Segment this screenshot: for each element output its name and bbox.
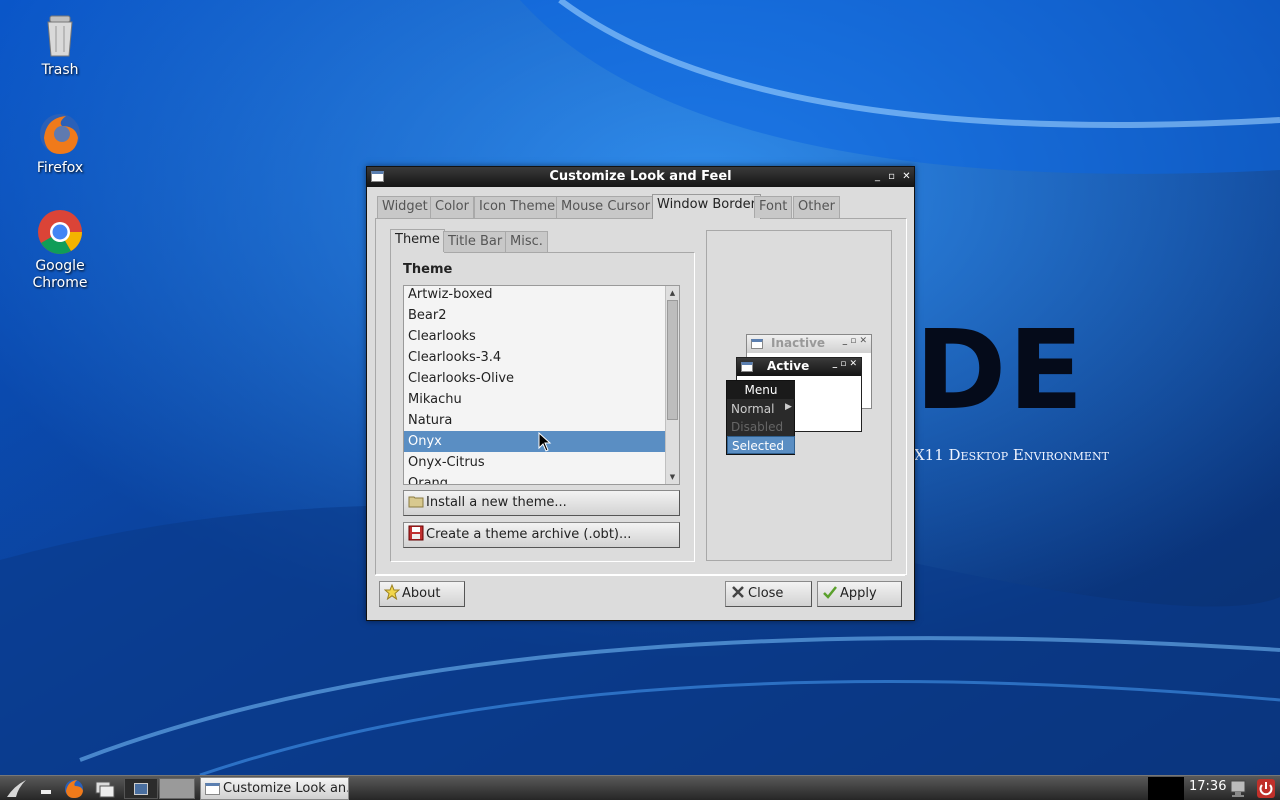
floppy-disk-icon [408,525,424,541]
apply-button[interactable]: Apply [817,581,902,607]
workspace-2[interactable] [159,778,195,799]
theme-list-item[interactable]: Clearlooks-3.4 [404,347,665,368]
subtab-misc[interactable]: Misc. [505,231,548,252]
desktop-icon-label: Firefox [36,160,84,176]
theme-list-item[interactable]: Artwiz-boxed [404,286,665,305]
install-theme-button[interactable]: Install a new theme... [403,490,680,516]
trash-icon [47,15,73,57]
preview-menu-selected: Selected [727,436,795,454]
theme-list-item[interactable]: Onyx-Citrus [404,452,665,473]
file-manager-launcher-icon[interactable] [93,778,117,799]
wallpaper-tagline: X11 Desktop Environment [914,446,1109,464]
start-menu-icon[interactable] [4,778,30,799]
power-icon[interactable] [1256,778,1276,799]
scroll-up-arrow-icon[interactable]: ▲ [667,287,678,299]
system-tray-area [1148,777,1184,800]
taskbar-window-button[interactable]: Customize Look an... [200,777,349,800]
folder-icon [408,496,424,508]
tab-window-border[interactable]: Window Border [652,194,761,219]
theme-list-scrollbar[interactable]: ▲ ▼ [665,286,679,484]
about-label: About [402,586,441,601]
task-window-icon [205,783,220,795]
preview-inactive-titlebar: Inactive _ ▫ ✕ [747,335,871,353]
install-theme-label: Install a new theme... [426,495,567,510]
tab-mouse-cursor[interactable]: Mouse Cursor [556,196,656,218]
preview-inactive-controls: _ ▫ ✕ [842,336,867,346]
wallpaper-logo: DE [915,306,1083,434]
mouse-pointer-icon [538,432,552,452]
customize-look-and-feel-window: Customize Look and Feel _ ▫ ✕ Widget Col… [366,166,915,621]
theme-list-item[interactable]: Orang [404,473,665,484]
create-archive-label: Create a theme archive (.obt)... [426,527,632,542]
theme-list[interactable]: Artwiz-boxed Bear2 Clearlooks Clearlooks… [403,285,680,485]
close-button[interactable]: Close [725,581,812,607]
preview-menu-disabled: Disabled [731,420,784,434]
preview-active-window-icon [741,362,753,372]
subtab-theme[interactable]: Theme [390,229,445,253]
theme-list-item[interactable]: Bear2 [404,305,665,326]
tab-other[interactable]: Other [793,196,840,218]
preview-active-title: Active [767,359,810,373]
minimize-button[interactable]: _ [871,170,884,183]
wallpaper-logo-text: DE [915,306,1086,434]
preview-menu-title: Menu [727,381,795,399]
window-titlebar[interactable]: Customize Look and Feel _ ▫ ✕ [367,167,914,187]
desktop-icon-label: Trash [41,62,79,78]
maximize-button[interactable]: ▫ [885,170,898,183]
theme-preview: Inactive _ ▫ ✕ Active _ ▫ ✕ Menu Normal … [706,230,892,561]
create-archive-button[interactable]: Create a theme archive (.obt)... [403,522,680,548]
close-x-icon [732,586,744,598]
separator [375,575,905,576]
tab-icon-theme[interactable]: Icon Theme [474,196,561,218]
apply-label: Apply [840,586,877,601]
theme-list-item[interactable]: Mikachu [404,389,665,410]
close-label: Close [748,586,784,601]
desktop-icon-chrome[interactable]: Google Chrome [10,208,110,292]
show-desktop-icon[interactable] [38,778,58,799]
scrollbar-thumb[interactable] [667,300,678,420]
tab-widget[interactable]: Widget [377,196,433,218]
workspace-window-thumbnail [134,783,148,795]
clock[interactable]: 17:36 [1189,779,1226,794]
preview-inactive-window-icon [751,339,763,349]
network-icon[interactable] [1228,778,1248,799]
chrome-icon [38,210,82,254]
subtab-title-bar[interactable]: Title Bar [443,231,508,252]
tab-color[interactable]: Color [430,196,474,218]
desktop-icon-label: Google Chrome [32,258,88,291]
submenu-arrow-icon: ▶ [785,402,792,412]
tab-font[interactable]: Font [754,196,793,218]
scroll-down-arrow-icon[interactable]: ▼ [667,471,678,483]
desktop-icon-trash[interactable]: Trash [10,12,110,79]
theme-heading: Theme [403,262,453,277]
star-icon [384,584,400,600]
workspace-1[interactable] [124,778,158,799]
theme-list-item[interactable]: Natura [404,410,665,431]
taskbar-window-label: Customize Look an... [223,781,349,796]
checkmark-icon [823,586,837,599]
close-window-button[interactable]: ✕ [900,170,913,183]
theme-list-item[interactable]: Clearlooks [404,326,665,347]
window-title: Customize Look and Feel [549,169,732,184]
firefox-launcher-icon[interactable] [63,778,85,799]
theme-list-item[interactable]: Clearlooks-Olive [404,368,665,389]
preview-menu: Menu Normal ▶ Disabled Selected [726,380,795,455]
preview-active-controls: _ ▫ ✕ [832,359,857,369]
desktop-icon-firefox[interactable]: Firefox [10,110,110,177]
preview-active-titlebar: Active _ ▫ ✕ [737,358,861,376]
theme-list-item-selected[interactable]: Onyx [404,431,665,452]
firefox-icon [40,114,80,154]
about-button[interactable]: About [379,581,465,607]
taskbar: Customize Look an... 17:36 [0,775,1280,800]
preview-inactive-title: Inactive [771,336,826,350]
